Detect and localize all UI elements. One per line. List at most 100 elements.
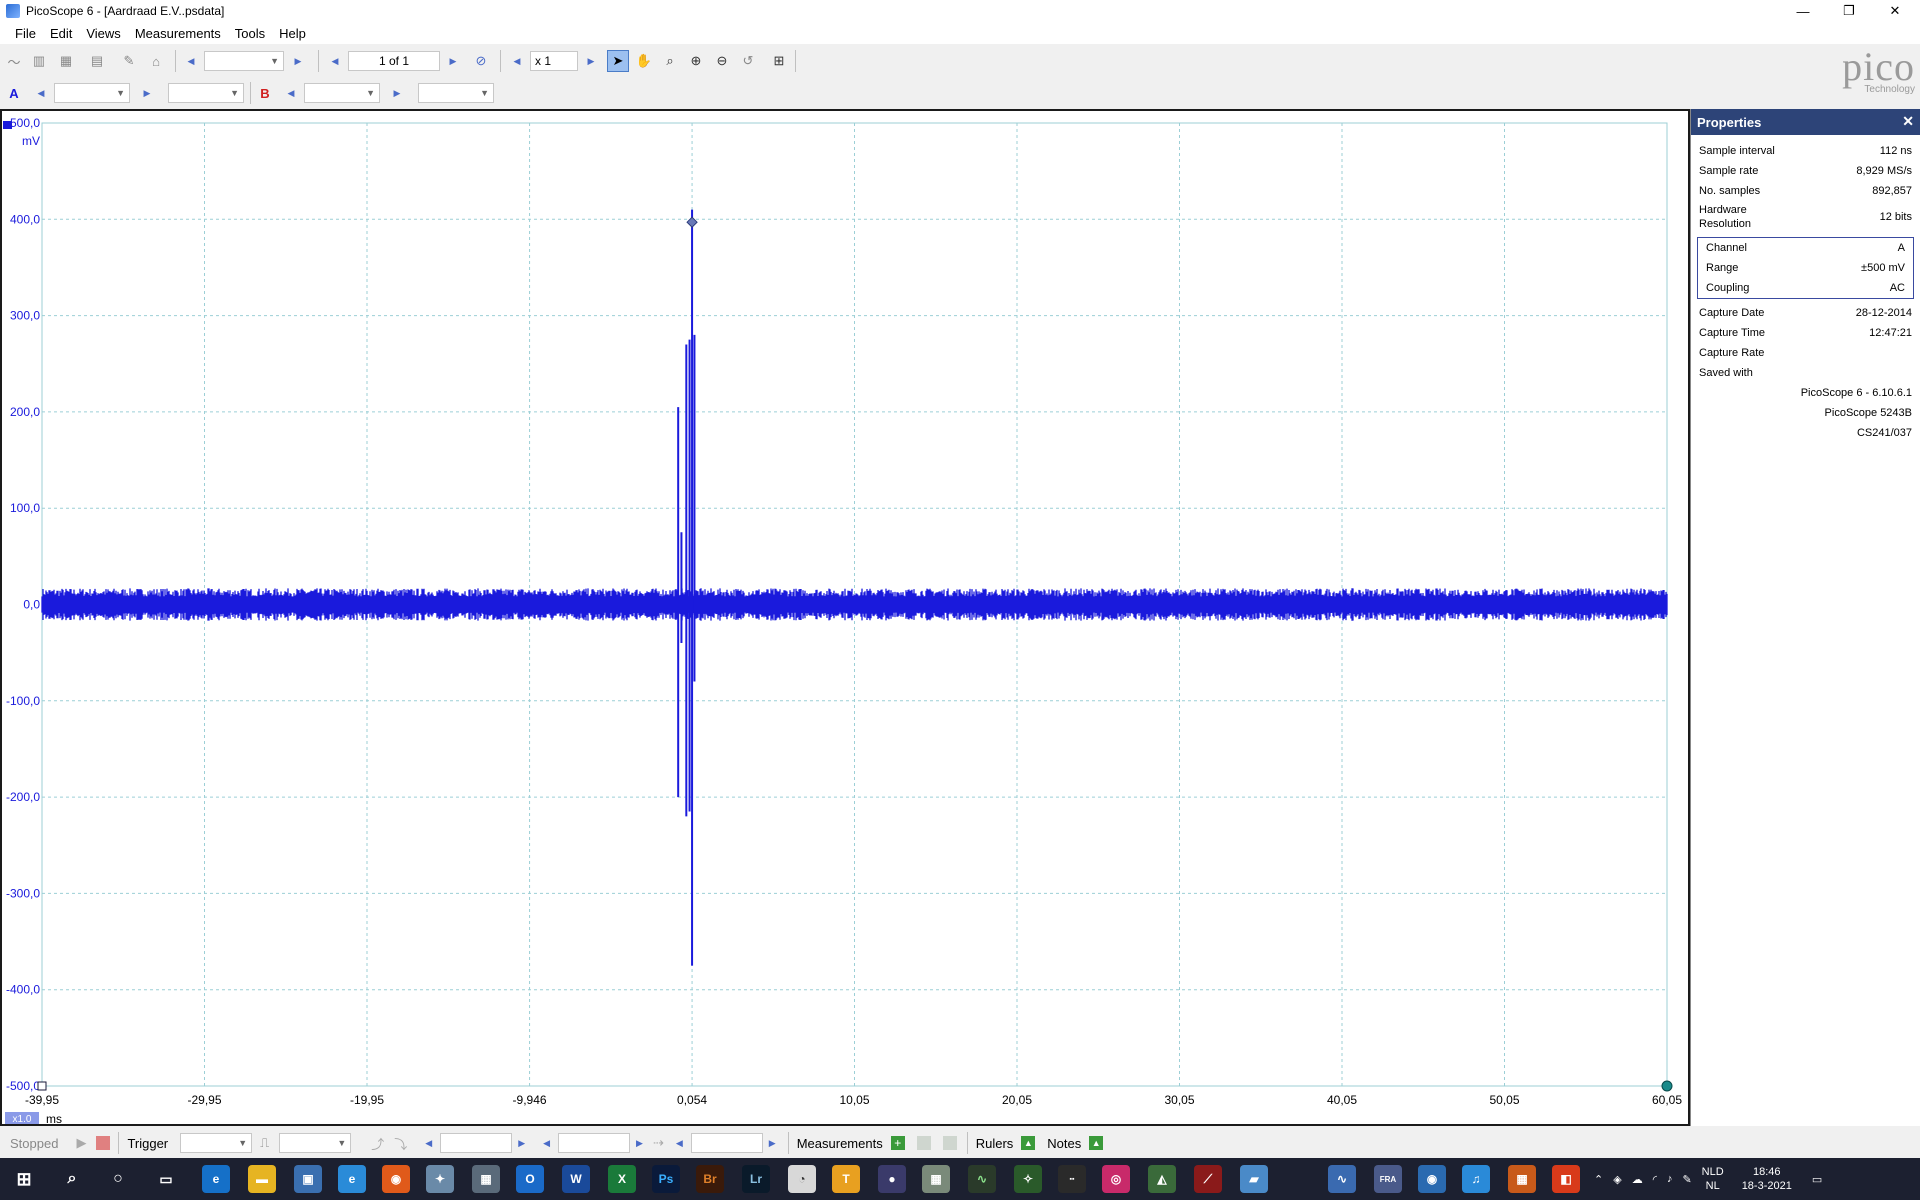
menu-edit[interactable]: Edit bbox=[43, 26, 79, 41]
delete-measurement-icon[interactable] bbox=[942, 1136, 957, 1150]
fra-app-icon[interactable]: FRA bbox=[1374, 1165, 1402, 1193]
delay-icon[interactable]: ⇢ bbox=[653, 1135, 664, 1151]
channel-a-button[interactable]: A bbox=[3, 82, 25, 104]
channel-a-range-select[interactable]: ▼ bbox=[54, 83, 130, 103]
store-icon[interactable]: ▣ bbox=[294, 1165, 322, 1193]
page-prev-icon[interactable]: ◀ bbox=[324, 50, 346, 72]
tray-pen-icon[interactable]: ✎ bbox=[1682, 1173, 1691, 1186]
timebase-next-icon[interactable]: ▶ bbox=[287, 50, 309, 72]
trigger-marker[interactable] bbox=[686, 216, 698, 228]
threshold-field[interactable] bbox=[440, 1133, 513, 1153]
pink-app-icon[interactable]: ◎ bbox=[1102, 1165, 1130, 1193]
office-app-icon[interactable]: ◧ bbox=[1552, 1165, 1580, 1193]
language-indicator[interactable]: NLD NL bbox=[1702, 1165, 1724, 1193]
lightroom-icon[interactable]: Lr bbox=[742, 1165, 770, 1193]
probe-icon[interactable]: ✎ bbox=[118, 50, 140, 72]
maps-app-icon[interactable]: ◭ bbox=[1148, 1165, 1176, 1193]
timebase-select[interactable]: ▼ bbox=[204, 51, 284, 71]
grid-app-icon[interactable]: ▦ bbox=[922, 1165, 950, 1193]
spectrum-view-icon[interactable]: ▤ bbox=[86, 50, 108, 72]
zoom-overview-icon[interactable]: ⊞ bbox=[768, 50, 790, 72]
hand-tool-icon[interactable]: ✋ bbox=[633, 50, 655, 72]
zoom-factor-field[interactable]: x 1 bbox=[530, 51, 578, 71]
channel-a-range-prev-icon[interactable]: ◀ bbox=[30, 82, 52, 104]
stop-icon[interactable] bbox=[96, 1136, 111, 1150]
pretrigger-next-icon[interactable]: ▶ bbox=[636, 1138, 643, 1149]
calculator-icon[interactable]: ▦ bbox=[472, 1165, 500, 1193]
channel-b-range-prev-icon[interactable]: ◀ bbox=[280, 82, 302, 104]
tray-cloud-icon[interactable]: ☁ bbox=[1632, 1173, 1643, 1186]
scope-view[interactable]: 500,0 400,0 300,0 200,0 100,0 0,0 -100,0 -200,0… bbox=[0, 109, 1690, 1126]
start-icon[interactable]: ▶ bbox=[76, 1135, 86, 1151]
trigger-mode-select[interactable]: ▼ bbox=[180, 1133, 253, 1153]
menu-views[interactable]: Views bbox=[79, 26, 127, 41]
task-view-icon[interactable]: ▭ bbox=[152, 1165, 180, 1193]
word-icon[interactable]: W bbox=[562, 1165, 590, 1193]
dark-app-icon[interactable]: ▪▪ bbox=[1058, 1165, 1086, 1193]
bridge-icon[interactable]: Br bbox=[696, 1165, 724, 1193]
channel-a-range-next-icon[interactable]: ▶ bbox=[136, 82, 158, 104]
t-app-icon[interactable]: T bbox=[832, 1165, 860, 1193]
tray-wifi-icon[interactable]: ◜ bbox=[1653, 1173, 1657, 1186]
tray-chevron-icon[interactable]: ⌃ bbox=[1594, 1173, 1603, 1186]
tray-volume-icon[interactable]: ♪ bbox=[1667, 1173, 1673, 1185]
delay-next-icon[interactable]: ▶ bbox=[769, 1138, 776, 1149]
picoscope-taskbar-icon[interactable]: ∿ bbox=[1328, 1165, 1356, 1193]
home-icon[interactable]: ⌂ bbox=[145, 50, 167, 72]
menu-file[interactable]: File bbox=[8, 26, 43, 41]
trigger-channel-select[interactable]: ▼ bbox=[279, 1133, 352, 1153]
outlook-icon[interactable]: O bbox=[516, 1165, 544, 1193]
edge-icon[interactable]: e bbox=[202, 1165, 230, 1193]
zoom-out-icon[interactable]: ⊖ bbox=[711, 50, 733, 72]
channel-b-range-next-icon[interactable]: ▶ bbox=[386, 82, 408, 104]
delay-prev-icon[interactable]: ◀ bbox=[676, 1138, 683, 1149]
trigger-edge-icon[interactable]: ⎍ bbox=[260, 1135, 269, 1151]
close-button[interactable]: ✕ bbox=[1872, 0, 1918, 22]
cortana-icon[interactable]: ○ bbox=[104, 1165, 132, 1193]
channel-a-axis-marker[interactable] bbox=[3, 121, 12, 129]
notifications-icon[interactable]: ▭ bbox=[1812, 1173, 1822, 1186]
file-explorer-icon[interactable]: ▬ bbox=[248, 1165, 276, 1193]
clock[interactable]: 18:46 18-3-2021 bbox=[1742, 1165, 1792, 1193]
red-app-icon[interactable]: ⟋ bbox=[1194, 1165, 1222, 1193]
add-measurement-icon[interactable]: + bbox=[890, 1136, 905, 1150]
zoom-next-icon[interactable]: ▶ bbox=[580, 50, 602, 72]
menu-tools[interactable]: Tools bbox=[228, 26, 272, 41]
photoshop-icon[interactable]: Ps bbox=[652, 1165, 680, 1193]
notes-toggle-icon[interactable]: ▲ bbox=[1089, 1136, 1104, 1150]
maximize-button[interactable]: ❐ bbox=[1826, 0, 1872, 22]
menu-measurements[interactable]: Measurements bbox=[128, 26, 228, 41]
notepad-icon[interactable]: ▰ bbox=[1240, 1165, 1268, 1193]
pointer-tool-icon[interactable]: ➤ bbox=[607, 50, 629, 72]
zoom-window-icon[interactable]: ⌕ bbox=[659, 50, 681, 72]
pretrigger-prev-icon[interactable]: ◀ bbox=[543, 1138, 550, 1149]
ie-icon[interactable]: e bbox=[338, 1165, 366, 1193]
pretrigger-field[interactable] bbox=[558, 1133, 631, 1153]
page-next-icon[interactable]: ▶ bbox=[442, 50, 464, 72]
excel-icon[interactable]: X bbox=[608, 1165, 636, 1193]
threshold-next-icon[interactable]: ▶ bbox=[518, 1138, 525, 1149]
settings-tool-icon[interactable]: ✦ bbox=[426, 1165, 454, 1193]
timebase-prev-icon[interactable]: ◀ bbox=[180, 50, 202, 72]
properties-close-icon[interactable]: ✕ bbox=[1902, 113, 1914, 130]
persistence-mode-icon[interactable]: ▥ bbox=[28, 50, 50, 72]
search-icon[interactable]: ⌕ bbox=[58, 1165, 86, 1193]
rulers-toggle-icon[interactable]: ▲ bbox=[1021, 1136, 1036, 1150]
zoom-prev-icon[interactable]: ◀ bbox=[506, 50, 528, 72]
minimize-button[interactable]: — bbox=[1780, 0, 1826, 22]
windows-start-icon[interactable]: ⊞ bbox=[10, 1165, 38, 1193]
clock-tool-icon[interactable]: ◔ bbox=[788, 1165, 816, 1193]
edit-measurement-icon[interactable] bbox=[916, 1136, 931, 1150]
channel-a-coupling-select[interactable]: ▼ bbox=[168, 83, 244, 103]
menu-help[interactable]: Help bbox=[272, 26, 313, 41]
firefox-icon[interactable]: ◉ bbox=[382, 1165, 410, 1193]
zoom-in-icon[interactable]: ⊕ bbox=[685, 50, 707, 72]
compass-icon[interactable]: ⊘ bbox=[470, 50, 492, 72]
delay-field[interactable] bbox=[690, 1133, 763, 1153]
threshold-prev-icon[interactable]: ◀ bbox=[425, 1138, 432, 1149]
scope-mode-icon[interactable]: 〜 bbox=[3, 50, 25, 72]
channel-b-range-select[interactable]: ▼ bbox=[304, 83, 380, 103]
calendar-app-icon[interactable]: ▦ bbox=[1508, 1165, 1536, 1193]
music-app-icon[interactable]: ♫ bbox=[1462, 1165, 1490, 1193]
signal-app-icon[interactable]: ∿ bbox=[968, 1165, 996, 1193]
